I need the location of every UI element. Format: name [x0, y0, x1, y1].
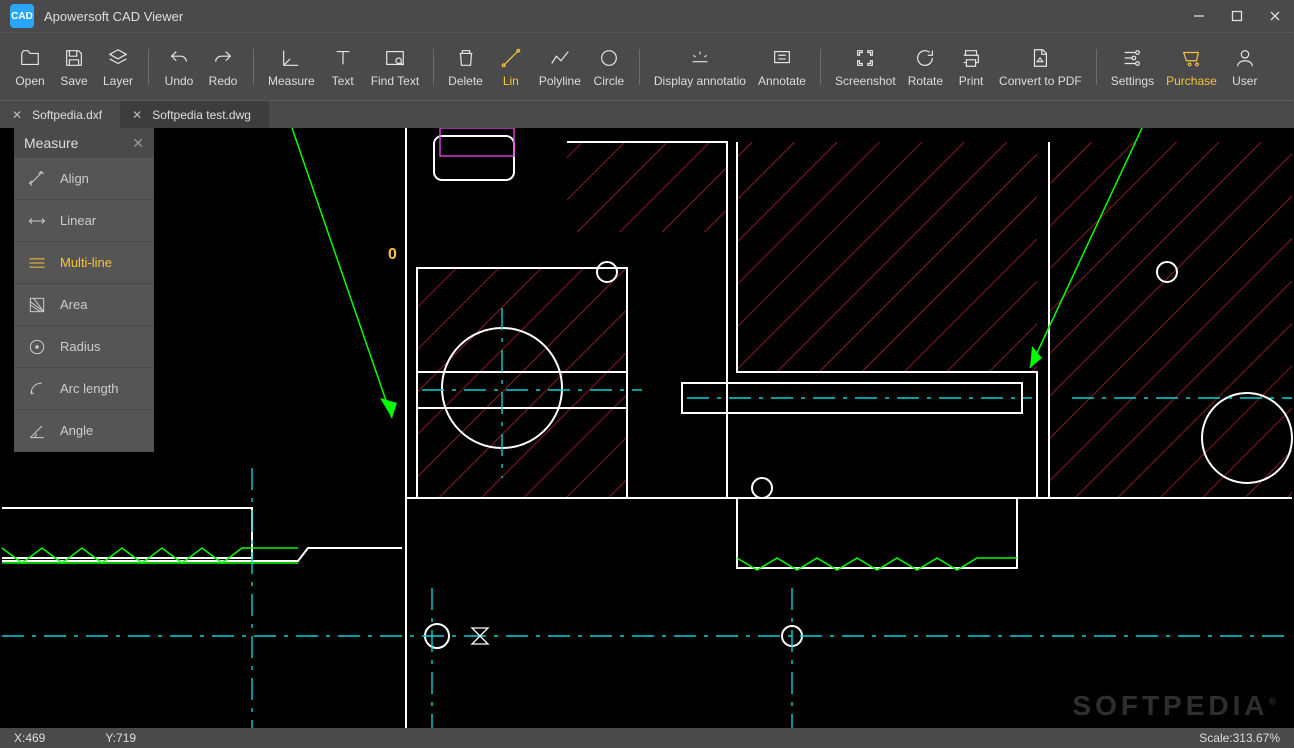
maximize-button[interactable] — [1218, 0, 1256, 32]
purchase-label: Purchase — [1166, 74, 1217, 88]
file-tabs: ✕ Softpedia.dxf ✕ Softpedia test.dwg — [0, 100, 1294, 128]
screenshot-button[interactable]: Screenshot — [829, 37, 902, 97]
close-icon[interactable]: ✕ — [12, 108, 22, 122]
status-x: X:469 — [14, 731, 45, 745]
rotate-label: Rotate — [908, 74, 943, 88]
tab-label: Softpedia.dxf — [32, 108, 102, 122]
measure-panel-title: Measure — [24, 135, 78, 151]
open-label: Open — [15, 74, 44, 88]
user-button[interactable]: User — [1223, 37, 1267, 97]
option-label: Linear — [60, 213, 96, 228]
screenshot-label: Screenshot — [835, 74, 896, 88]
tab-softpedia-test-dwg[interactable]: ✕ Softpedia test.dwg — [120, 101, 269, 128]
measure-arclength-option[interactable]: Arc length — [14, 368, 154, 410]
cad-drawing — [0, 128, 1294, 728]
print-label: Print — [959, 74, 984, 88]
minimize-button[interactable] — [1180, 0, 1218, 32]
line-label: Lin — [503, 74, 519, 88]
open-button[interactable]: Open — [8, 37, 52, 97]
find-text-button[interactable]: Find Text — [365, 37, 425, 97]
measure-panel: Measure ✕ Align Linear Multi-line Area R… — [14, 128, 154, 452]
polyline-button[interactable]: Polyline — [533, 37, 587, 97]
print-button[interactable]: Print — [949, 37, 993, 97]
rotate-button[interactable]: Rotate — [902, 37, 949, 97]
toolbar-separator — [253, 49, 254, 85]
redo-button[interactable]: Redo — [201, 37, 245, 97]
display-annotation-button[interactable]: Display annotatio — [648, 37, 752, 97]
measure-label: Measure — [268, 74, 315, 88]
measure-linear-option[interactable]: Linear — [14, 200, 154, 242]
toolbar-separator — [433, 49, 434, 85]
toolbar-separator — [820, 49, 821, 85]
redo-label: Redo — [209, 74, 238, 88]
undo-label: Undo — [165, 74, 194, 88]
convert-pdf-label: Convert to PDF — [999, 74, 1082, 88]
window-title: Apowersoft CAD Viewer — [44, 9, 183, 24]
text-button[interactable]: Text — [321, 37, 365, 97]
line-button[interactable]: Lin — [489, 37, 533, 97]
display-annotation-label: Display annotatio — [654, 74, 746, 88]
layer-label: Layer — [103, 74, 133, 88]
dimension-zero-label: 0 — [388, 246, 397, 264]
measure-button[interactable]: Measure — [262, 37, 321, 97]
titlebar: CAD Apowersoft CAD Viewer — [0, 0, 1294, 32]
status-bar: X:469 Y:719 Scale:313.67% — [0, 728, 1294, 748]
option-label: Angle — [60, 423, 93, 438]
close-icon[interactable]: ✕ — [132, 108, 142, 122]
text-label: Text — [332, 74, 354, 88]
measure-area-option[interactable]: Area — [14, 284, 154, 326]
save-button[interactable]: Save — [52, 37, 96, 97]
layer-button[interactable]: Layer — [96, 37, 140, 97]
user-label: User — [1232, 74, 1257, 88]
drawing-canvas[interactable]: 0 Measure ✕ Align Linear Multi-line Area… — [0, 128, 1294, 728]
find-text-label: Find Text — [371, 74, 419, 88]
measure-align-option[interactable]: Align — [14, 158, 154, 200]
save-label: Save — [60, 74, 87, 88]
toolbar-separator — [639, 49, 640, 85]
option-label: Radius — [60, 339, 100, 354]
option-label: Area — [60, 297, 87, 312]
circle-button[interactable]: Circle — [587, 37, 631, 97]
measure-angle-option[interactable]: Angle — [14, 410, 154, 452]
close-window-button[interactable] — [1256, 0, 1294, 32]
toolbar-separator — [148, 49, 149, 85]
option-label: Multi-line — [60, 255, 112, 270]
measure-panel-header: Measure ✕ — [14, 128, 154, 158]
status-scale: Scale:313.67% — [1199, 731, 1280, 745]
tab-softpedia-dxf[interactable]: ✕ Softpedia.dxf — [0, 101, 120, 128]
settings-button[interactable]: Settings — [1105, 37, 1160, 97]
purchase-button[interactable]: Purchase — [1160, 37, 1223, 97]
annotate-button[interactable]: Annotate — [752, 37, 812, 97]
polyline-label: Polyline — [539, 74, 581, 88]
circle-label: Circle — [594, 74, 625, 88]
delete-button[interactable]: Delete — [442, 37, 489, 97]
annotate-label: Annotate — [758, 74, 806, 88]
measure-radius-option[interactable]: Radius — [14, 326, 154, 368]
option-label: Arc length — [60, 381, 119, 396]
app-logo-icon: CAD — [10, 4, 34, 28]
convert-pdf-button[interactable]: Convert to PDF — [993, 37, 1088, 97]
watermark: SOFTPEDIA® — [1072, 690, 1280, 722]
option-label: Align — [60, 171, 89, 186]
status-y: Y:719 — [105, 731, 136, 745]
undo-button[interactable]: Undo — [157, 37, 201, 97]
close-icon[interactable]: ✕ — [132, 135, 144, 152]
tab-label: Softpedia test.dwg — [152, 108, 251, 122]
delete-label: Delete — [448, 74, 483, 88]
measure-multiline-option[interactable]: Multi-line — [14, 242, 154, 284]
settings-label: Settings — [1111, 74, 1154, 88]
toolbar-separator — [1096, 49, 1097, 85]
toolbar: Open Save Layer Undo Redo Measure Text F… — [0, 32, 1294, 100]
